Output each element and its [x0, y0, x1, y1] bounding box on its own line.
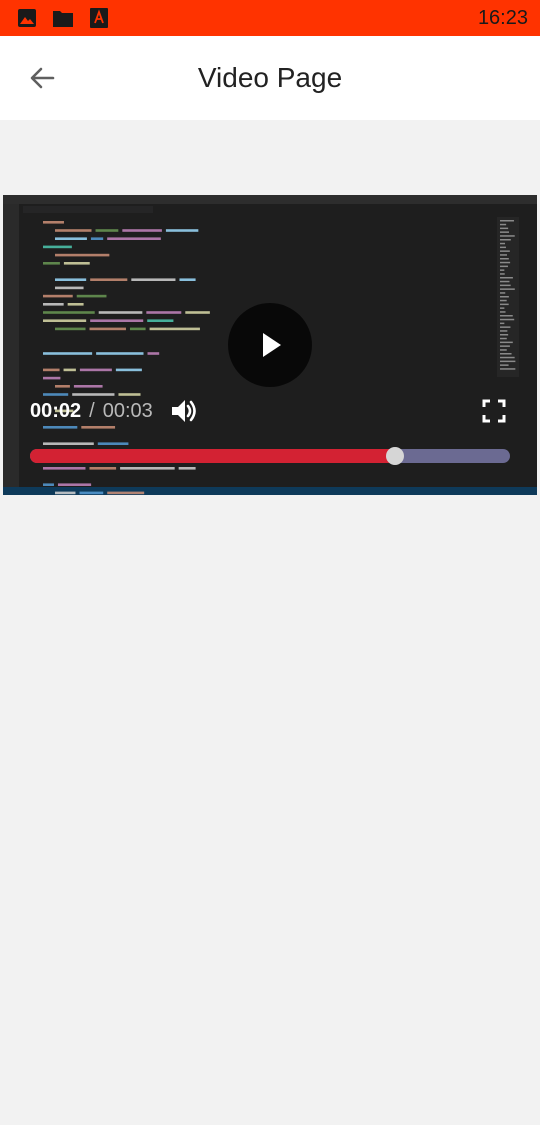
pdf-icon	[88, 7, 110, 29]
time-display: 00:02 / 00:03	[30, 397, 153, 425]
time-separator: /	[89, 399, 95, 422]
page-title: Video Page	[197, 62, 343, 93]
play-icon	[263, 333, 281, 357]
status-time: 16:23	[477, 7, 528, 29]
progress-played	[30, 449, 395, 463]
status-icons	[16, 7, 110, 29]
status-bar: 16:23	[0, 0, 540, 36]
volume-button[interactable]	[168, 395, 200, 427]
progress-thumb[interactable]	[385, 447, 404, 465]
folder-icon	[52, 7, 74, 29]
fullscreen-icon	[482, 399, 506, 423]
play-button[interactable]	[228, 303, 312, 387]
image-icon	[16, 7, 38, 29]
total-time: 00:03	[102, 399, 153, 422]
progress-bar[interactable]	[30, 447, 510, 465]
volume-up-icon	[172, 400, 196, 422]
fullscreen-button[interactable]	[479, 396, 509, 426]
video-player[interactable]: 00:02 / 00:03	[3, 195, 537, 495]
current-time: 00:02	[30, 399, 82, 422]
app-bar: Video Page	[0, 36, 540, 120]
